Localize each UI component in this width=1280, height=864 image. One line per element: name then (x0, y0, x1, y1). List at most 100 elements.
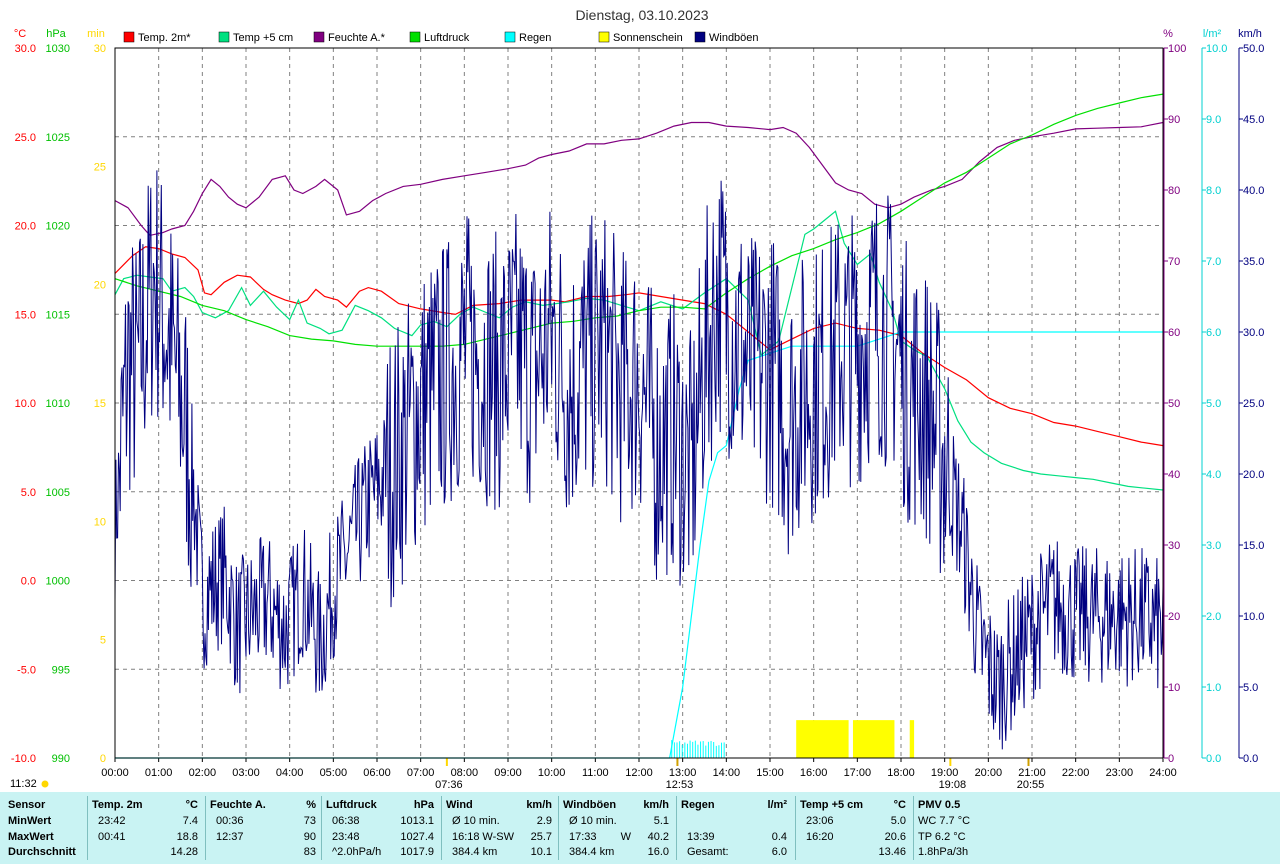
y-tick-label: 0.0 (21, 576, 36, 588)
legend-swatch (409, 31, 421, 43)
x-tick-label: 11:00 (582, 767, 609, 779)
y-tick-label: 20.0 (15, 221, 36, 233)
sun-marker-label: 12:53 (666, 779, 694, 791)
x-tick-label: 21:00 (1018, 767, 1046, 779)
legend: Temp. 2m* Temp +5 cm Feuchte A.* Luftdruck R… (123, 31, 759, 44)
stats-header: Windböen (563, 799, 617, 811)
stats-time: 16:20 (806, 831, 834, 843)
y-tick-label: 20 (94, 280, 106, 292)
y-tick-label: -5.0 (17, 664, 36, 676)
stats-column: Regen l/m² 13:39 0.4 Gesamt: 6.0 (681, 792, 791, 864)
y-tick-label: 1005 (46, 487, 70, 499)
stats-time: 23:42 (98, 815, 126, 827)
y-tick-label: 20.0 (1243, 469, 1264, 481)
y-tick-label: 0.0 (1206, 753, 1221, 765)
stats-value: 16.0 (647, 846, 669, 858)
legend-label: Feuchte A.* (328, 32, 386, 44)
y-tick-label: 0 (1168, 753, 1174, 765)
y-tick-label: 10.0 (1206, 43, 1227, 55)
y-tick-label: 1010 (46, 398, 70, 410)
y-tick-label: 25.0 (15, 132, 36, 144)
y-tick-label: 1020 (46, 221, 70, 233)
stats-time: 23:06 (806, 815, 834, 827)
y-tick-label: 45.0 (1243, 114, 1264, 126)
y-tick-label: 15 (94, 398, 106, 410)
y-tick-label: 40.0 (1243, 185, 1264, 197)
y-tick-label: 8.0 (1206, 185, 1221, 197)
stats-value: 1013.1 (400, 815, 434, 827)
y-tick-label: 80 (1168, 185, 1180, 197)
stats-value: 73 (303, 815, 316, 827)
stats-cell: MaxWert (8, 831, 54, 843)
stats-separator (205, 796, 206, 860)
stats-unit: l/m² (767, 799, 787, 811)
stats-separator (558, 796, 559, 860)
stats-time: 13:39 (687, 831, 715, 843)
stats-cell: Durchschnitt (8, 846, 76, 858)
stats-value: 25.7 (530, 831, 552, 843)
axis-unit-label: °C (14, 28, 26, 40)
stats-column: Temp. 2m °C 23:42 7.4 00:41 18.8 14.28 (92, 792, 202, 864)
legend-label: Sonnenschein (613, 32, 683, 44)
stats-value: 0.4 (771, 831, 787, 843)
stats-cell: TP 6.2 °C (918, 831, 966, 843)
y-tick-label: 70 (1168, 256, 1180, 268)
stats-time: 17:33 (569, 831, 597, 843)
y-tick-label: 60 (1168, 327, 1180, 339)
y-tick-label: 6.0 (1206, 327, 1221, 339)
y-tick-label: 10 (94, 516, 106, 528)
stats-value: 18.8 (176, 831, 198, 843)
y-tick-label: 25.0 (1243, 398, 1264, 410)
y-tick-label: 1015 (46, 309, 70, 321)
stats-column: Temp +5 cm °C 23:06 5.0 16:20 20.6 13.46 (800, 792, 910, 864)
stats-cell: 1.8hPa/3h (918, 846, 969, 858)
stats-value: 1017.9 (400, 846, 434, 858)
x-tick-label: 00:00 (101, 767, 129, 779)
chart-title: Dienstag, 03.10.2023 (575, 7, 708, 23)
y-tick-label: 7.0 (1206, 256, 1221, 268)
y-tick-label: 40 (1168, 469, 1180, 481)
x-tick-label: 14:00 (713, 767, 741, 779)
x-tick-label: 20:00 (975, 767, 1003, 779)
sun-marker-label: 20:55 (1017, 779, 1045, 791)
stats-unit: °C (893, 799, 906, 811)
stats-value: 20.6 (884, 831, 906, 843)
stats-time: ^2.0hPa/h (332, 846, 382, 858)
stats-separator (441, 796, 442, 860)
legend-label: Temp +5 cm (233, 32, 293, 44)
weather-chart: Dienstag, 03.10.2023 00:00 01:00 02:00 03:0… (0, 0, 1280, 792)
x-tick-label: 16:00 (800, 767, 828, 779)
y-tick-label: 0.0 (1243, 753, 1258, 765)
legend-label: Regen (519, 32, 551, 44)
legend-label: Temp. 2m* (138, 32, 191, 44)
legend-swatch (313, 31, 325, 43)
stats-header: Wind (446, 799, 473, 811)
y-tick-label: 9.0 (1206, 114, 1221, 126)
x-tick-label: 09:00 (494, 767, 522, 779)
stats-value: 13.46 (878, 846, 906, 858)
y-tick-label: 3.0 (1206, 540, 1221, 552)
stats-time: Ø 10 min. (452, 815, 500, 827)
legend-label: Windböen (709, 32, 759, 44)
y-tick-label: 995 (52, 664, 70, 676)
y-tick-label: 50.0 (1243, 43, 1264, 55)
stats-value: 7.4 (182, 815, 198, 827)
axis-unit-label: min (87, 28, 105, 40)
stats-separator (676, 796, 677, 860)
y-tick-label: 10 (1168, 682, 1180, 694)
y-tick-label: 5 (100, 635, 106, 647)
stats-value: 5.1 (653, 815, 669, 827)
legend-swatch (504, 31, 516, 43)
chart-background (0, 0, 1280, 792)
stats-cell: MinWert (8, 815, 52, 827)
stats-column: Sensor MinWert MaxWert Durchschnitt (8, 792, 88, 864)
x-tick-label: 08:00 (451, 767, 479, 779)
corner-time: 11:32 (10, 778, 37, 790)
y-tick-label: 990 (52, 753, 70, 765)
stats-header: Regen (681, 799, 715, 811)
stats-time: 384.4 km (452, 846, 498, 858)
y-tick-label: 2.0 (1206, 611, 1221, 623)
y-tick-label: 4.0 (1206, 469, 1221, 481)
stats-direction: W (620, 831, 631, 843)
stats-unit: km/h (643, 799, 669, 811)
